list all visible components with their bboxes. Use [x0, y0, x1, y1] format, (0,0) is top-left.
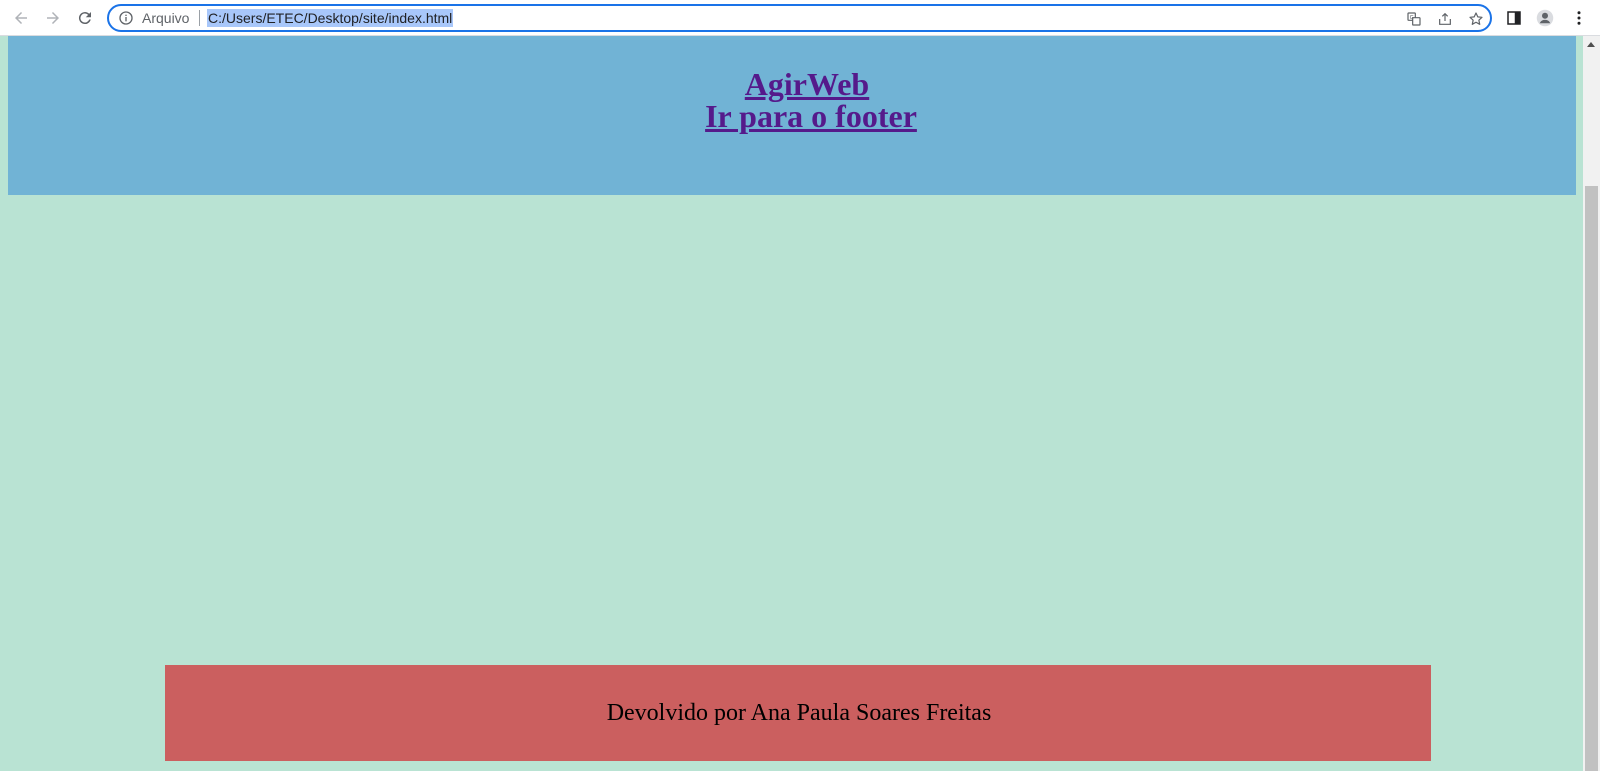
footer-credit-text: Devolvido por Ana Paula Soares Freitas — [606, 699, 992, 726]
vertical-scrollbar[interactable] — [1583, 36, 1600, 771]
translate-icon: G — [1407, 12, 1421, 26]
url-text[interactable]: C:/Users/ETEC/Desktop/site/index.html — [207, 9, 454, 27]
menu-icon — [1577, 11, 1581, 25]
info-icon[interactable] — [118, 10, 134, 26]
forward-button[interactable] — [41, 6, 65, 30]
bookmark-button[interactable] — [1467, 10, 1485, 28]
back-icon — [15, 12, 27, 24]
scroll-thumb[interactable] — [1585, 186, 1598, 771]
profile-button[interactable] — [1534, 7, 1556, 29]
star-icon — [1469, 12, 1483, 25]
side-panel-button[interactable] — [1503, 7, 1525, 29]
forward-icon — [47, 12, 59, 24]
translate-button[interactable]: G — [1405, 10, 1423, 28]
address-bar[interactable]: Arquivo C:/Users/ETEC/Desktop/site/index… — [107, 4, 1492, 32]
profile-icon — [1536, 9, 1554, 27]
reload-icon — [78, 12, 91, 25]
agirweb-link[interactable]: AgirWeb — [38, 68, 1576, 100]
omnibox-divider — [199, 10, 200, 26]
go-to-footer-link[interactable]: Ir para o footer — [46, 100, 1576, 132]
scheme-label: Arquivo — [142, 10, 190, 26]
header-links: AgirWeb Ir para o footer — [8, 68, 1576, 132]
side-panel-icon — [1507, 11, 1521, 25]
share-icon — [1439, 12, 1451, 25]
back-button[interactable] — [9, 6, 33, 30]
reload-button[interactable] — [73, 6, 97, 30]
menu-button[interactable] — [1568, 7, 1590, 29]
share-button[interactable] — [1436, 10, 1454, 28]
browser-toolbar: Arquivo C:/Users/ETEC/Desktop/site/index… — [0, 0, 1600, 36]
scroll-up-arrow-icon[interactable] — [1587, 42, 1595, 47]
page-header: AgirWeb Ir para o footer — [8, 36, 1576, 195]
svg-text:G: G — [1410, 15, 1414, 21]
page-footer: Devolvido por Ana Paula Soares Freitas — [165, 665, 1431, 761]
